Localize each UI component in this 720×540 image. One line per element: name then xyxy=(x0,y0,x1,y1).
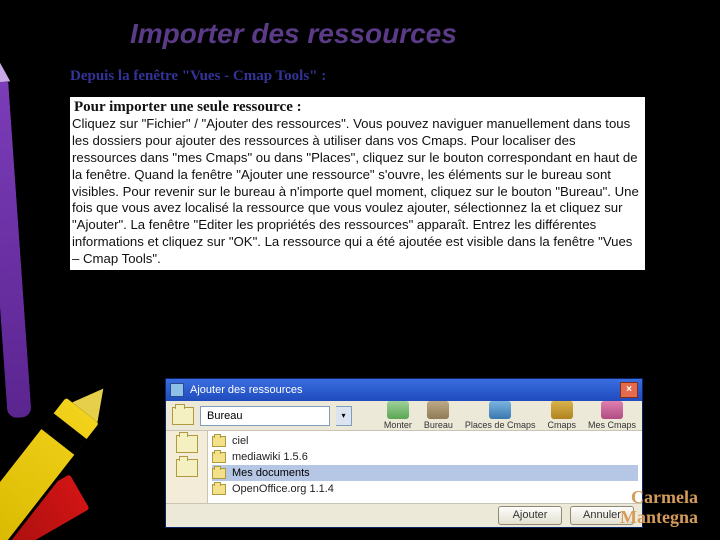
app-icon xyxy=(170,383,184,397)
places-label: Places de Cmaps xyxy=(465,420,536,430)
page-title: Importer des ressources xyxy=(130,18,670,50)
subtitle-window: Depuis la fenêtre "Vues - Cmap Tools" : xyxy=(70,68,670,85)
cmaps-label: Cmaps xyxy=(547,420,576,430)
body-text: Cliquez sur "Fichier" / "Ajouter des res… xyxy=(72,116,643,268)
globe-icon xyxy=(489,401,511,419)
chevron-down-icon[interactable]: ▾ xyxy=(336,406,352,426)
folder-icon xyxy=(212,452,226,463)
mes-cmaps-button[interactable]: Mes Cmaps xyxy=(588,401,636,430)
file-list[interactable]: ciel mediawiki 1.5.6 Mes documents OpenO… xyxy=(208,431,642,503)
up-button[interactable]: Monter xyxy=(384,401,412,430)
location-field[interactable]: Bureau xyxy=(200,406,330,426)
desktop-icon xyxy=(427,401,449,419)
cmaps-button[interactable]: Cmaps xyxy=(547,401,576,430)
close-icon[interactable]: × xyxy=(620,382,638,398)
dialog-title: Ajouter des ressources xyxy=(190,384,620,396)
dialog-titlebar[interactable]: Ajouter des ressources × xyxy=(166,379,642,401)
folder-icon[interactable] xyxy=(176,435,198,453)
list-item[interactable]: OpenOffice.org 1.1.4 xyxy=(212,481,638,497)
author-credit: CarmelaMantegna xyxy=(620,488,698,528)
slide-content: Importer des ressources Depuis la fenêtr… xyxy=(70,18,670,270)
body-block: Pour importer une seule ressource : Cliq… xyxy=(70,97,645,270)
mes-cmaps-icon xyxy=(601,401,623,419)
dialog-button-row: Ajouter Annuler xyxy=(166,503,642,527)
crayon-purple xyxy=(0,79,34,420)
list-item[interactable]: mediawiki 1.5.6 xyxy=(212,449,638,465)
folder-icon xyxy=(212,436,226,447)
folder-icon xyxy=(212,468,226,479)
folder-icon xyxy=(212,484,226,495)
places-button[interactable]: Places de Cmaps xyxy=(465,401,536,430)
side-shortcut-bar xyxy=(166,431,208,503)
add-button[interactable]: Ajouter xyxy=(498,506,562,525)
file-label: mediawiki 1.5.6 xyxy=(232,451,308,463)
add-resources-dialog: Ajouter des ressources × Bureau ▾ Monter… xyxy=(165,378,643,528)
file-area: ciel mediawiki 1.5.6 Mes documents OpenO… xyxy=(166,431,642,503)
list-item[interactable]: ciel xyxy=(212,433,638,449)
file-label: ciel xyxy=(232,435,249,447)
folder-icon[interactable] xyxy=(176,459,198,477)
file-label: OpenOffice.org 1.1.4 xyxy=(232,483,334,495)
subtitle-action: Pour importer une seule ressource : xyxy=(72,99,304,115)
mes-label: Mes Cmaps xyxy=(588,420,636,430)
up-label: Monter xyxy=(384,420,412,430)
list-item-selected[interactable]: Mes documents xyxy=(212,465,638,481)
toolbar-icons: Monter Bureau Places de Cmaps Cmaps Mes … xyxy=(384,401,636,430)
cmaps-icon xyxy=(551,401,573,419)
location-toolbar: Bureau ▾ Monter Bureau Places de Cmaps C… xyxy=(166,401,642,431)
desktop-button[interactable]: Bureau xyxy=(424,401,453,430)
folder-icon xyxy=(172,407,194,425)
desktop-label: Bureau xyxy=(424,420,453,430)
arrow-up-icon xyxy=(387,401,409,419)
file-label: Mes documents xyxy=(232,467,310,479)
